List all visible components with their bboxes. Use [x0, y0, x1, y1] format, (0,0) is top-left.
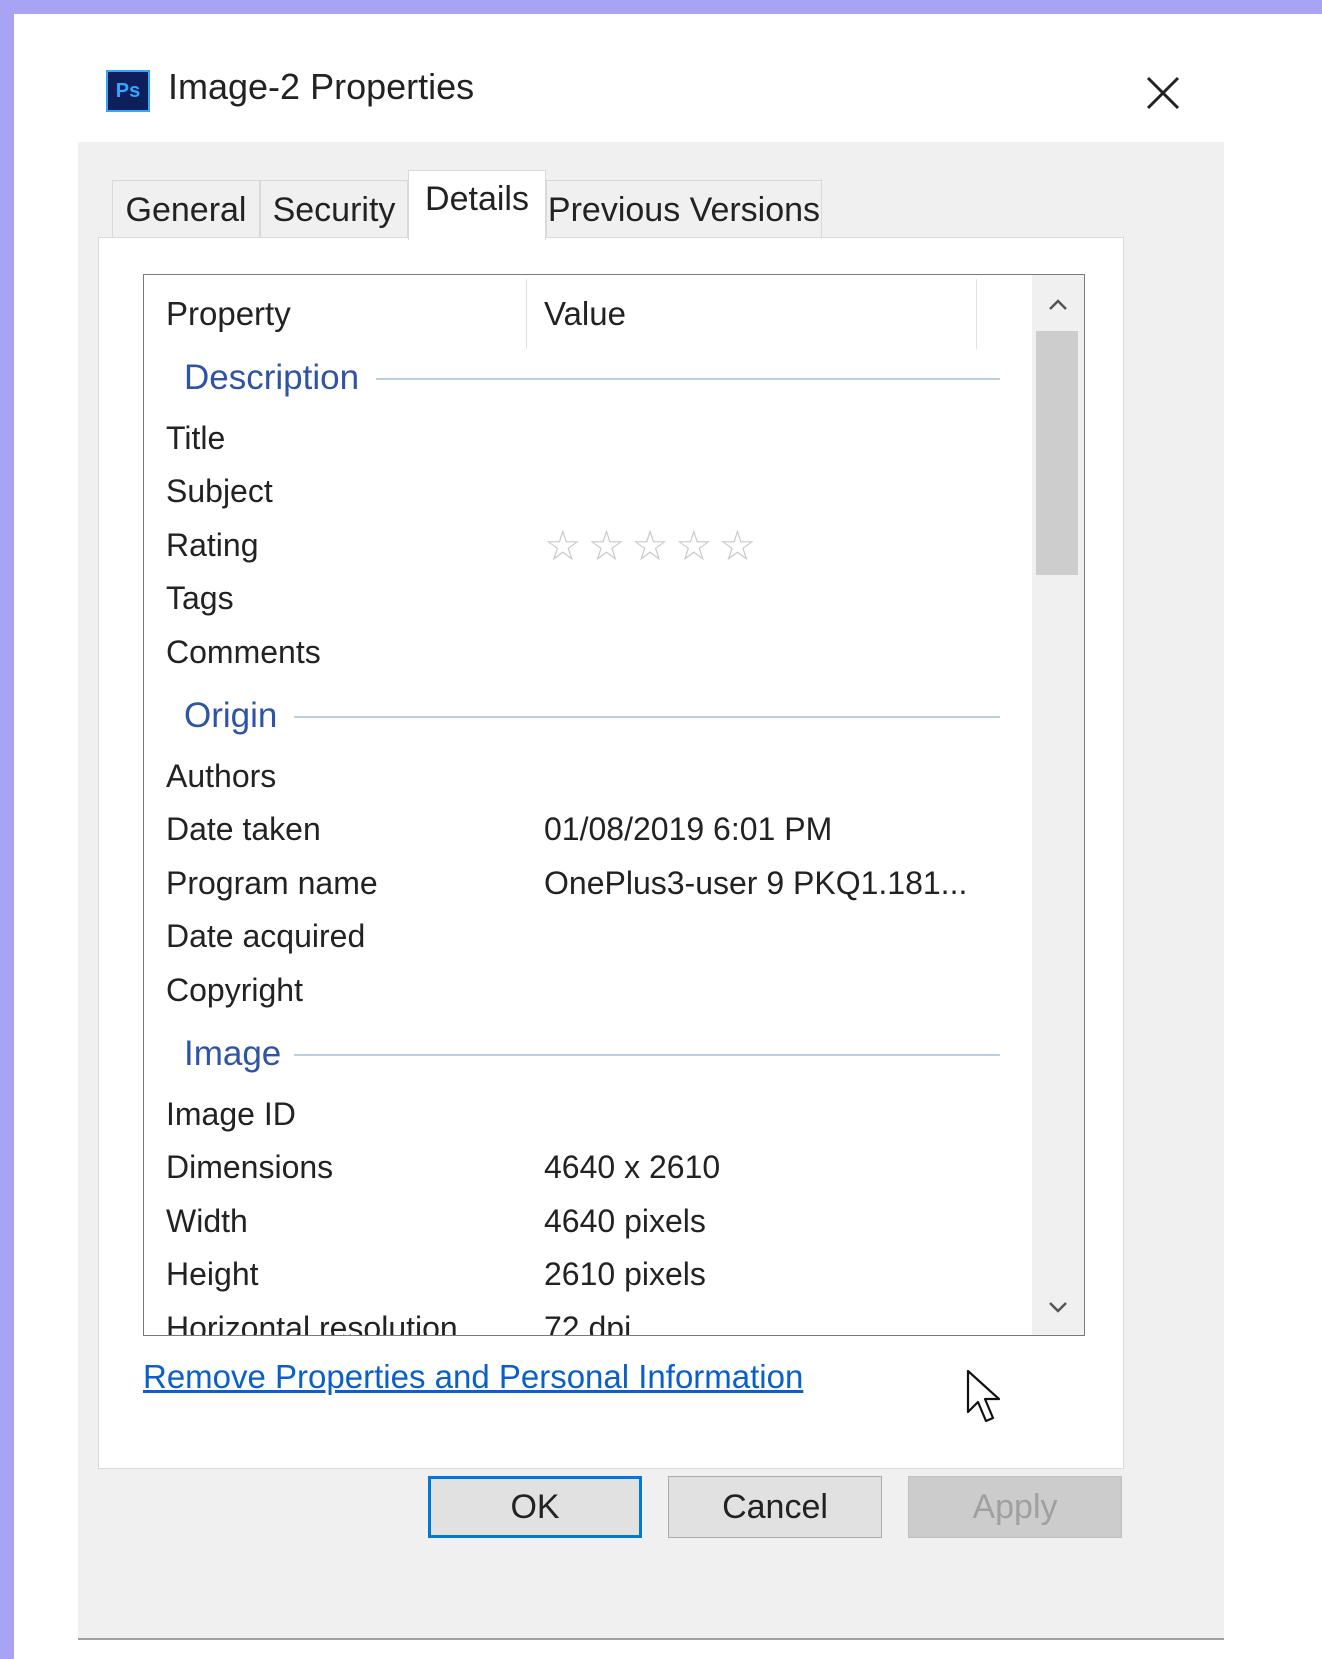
section-header-origin: Origin	[184, 696, 278, 735]
property-label: Title	[166, 420, 226, 456]
column-divider[interactable]	[976, 279, 977, 349]
property-value: OnePlus3-user 9 PKQ1.181...	[544, 865, 968, 901]
properties-window: Ps Image-2 Properties General Security D…	[14, 14, 1322, 1659]
section-header-image: Image	[184, 1034, 282, 1073]
remove-properties-link[interactable]: Remove Properties and Personal Informati…	[143, 1358, 803, 1396]
section-divider	[376, 378, 1000, 380]
property-label: Copyright	[166, 972, 303, 1008]
property-value: 2610 pixels	[544, 1256, 706, 1292]
chevron-up-icon	[1049, 299, 1067, 311]
property-label: Date acquired	[166, 918, 366, 954]
property-value: 4640 x 2610	[544, 1149, 721, 1185]
tab-details[interactable]: Details	[408, 170, 546, 240]
mouse-pointer-icon	[965, 1368, 1005, 1431]
photoshop-icon: Ps	[106, 70, 150, 112]
properties-list[interactable]: Property Value Description Title Subject…	[143, 274, 1085, 1336]
window-title: Image-2 Properties	[168, 66, 475, 107]
property-label: Width	[166, 1203, 248, 1239]
tab-previous-versions[interactable]: Previous Versions	[546, 180, 822, 238]
vertical-scrollbar[interactable]	[1032, 275, 1084, 1335]
rating-stars[interactable]: ☆☆☆☆☆	[544, 519, 762, 572]
property-label: Subject	[166, 473, 273, 509]
column-header-property[interactable]: Property	[166, 275, 291, 353]
section-header-description: Description	[184, 358, 360, 397]
cancel-button[interactable]: Cancel	[668, 1476, 882, 1538]
close-button[interactable]	[1140, 70, 1186, 116]
apply-button[interactable]: Apply	[908, 1476, 1122, 1538]
ok-button[interactable]: OK	[428, 1476, 642, 1538]
column-divider[interactable]	[526, 279, 527, 349]
property-label: Horizontal resolution	[166, 1310, 458, 1336]
dialog-body: General Security Details Previous Versio…	[78, 142, 1224, 1640]
close-icon	[1146, 76, 1180, 110]
property-label: Dimensions	[166, 1149, 334, 1185]
property-value: 72 dpi	[544, 1310, 632, 1336]
scroll-down-button[interactable]	[1032, 1279, 1084, 1331]
property-value: 01/08/2019 6:01 PM	[544, 811, 833, 847]
tab-general[interactable]: General	[112, 180, 260, 238]
tab-security[interactable]: Security	[260, 180, 408, 238]
chevron-down-icon	[1049, 1302, 1067, 1313]
column-header-value[interactable]: Value	[544, 275, 626, 353]
property-label: Comments	[166, 634, 321, 670]
section-divider	[294, 1054, 1000, 1056]
details-panel: Property Value Description Title Subject…	[98, 237, 1124, 1469]
property-label: Image ID	[166, 1096, 296, 1132]
property-value: 4640 pixels	[544, 1203, 706, 1239]
property-label: Height	[166, 1256, 259, 1292]
property-label: Authors	[166, 758, 277, 794]
scroll-up-button[interactable]	[1032, 277, 1084, 329]
property-label: Tags	[166, 580, 234, 616]
property-label: Program name	[166, 865, 378, 901]
property-label: Date taken	[166, 811, 321, 847]
scrollbar-thumb[interactable]	[1036, 331, 1078, 575]
section-divider	[294, 716, 1000, 718]
title-bar: Ps Image-2 Properties	[14, 14, 1322, 142]
property-label: Rating	[166, 527, 259, 563]
